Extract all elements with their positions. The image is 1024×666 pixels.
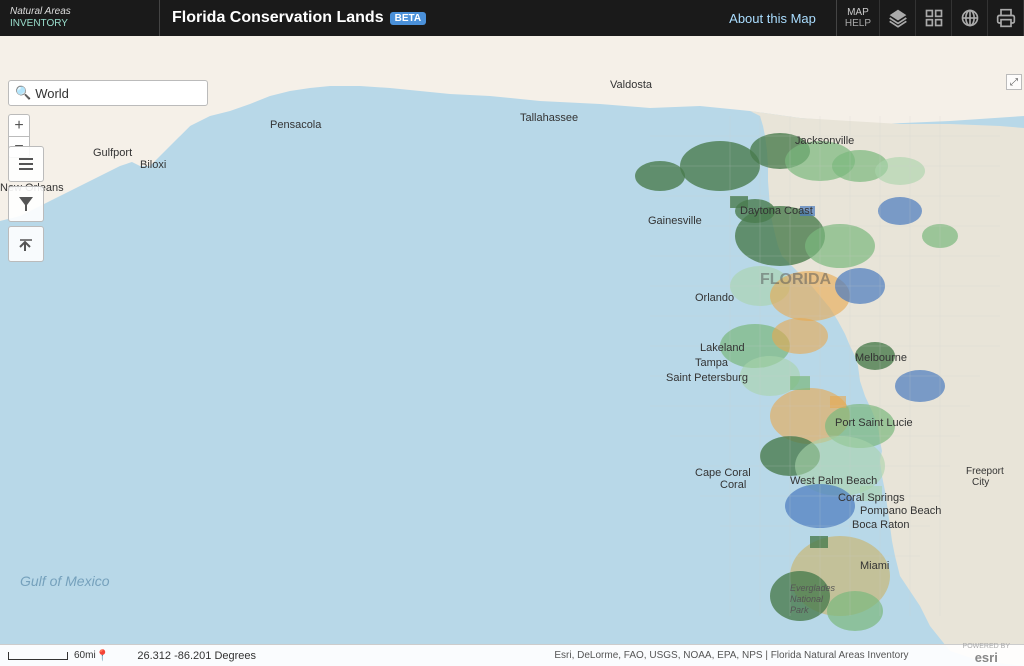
toggle-button[interactable] (8, 226, 44, 262)
city-freeport: Freeport (966, 466, 1004, 477)
search-bar: 🔍 (8, 80, 208, 106)
city-tampa: Tampa (695, 357, 729, 369)
everglades-label2: National (790, 594, 824, 604)
filter-button[interactable] (8, 186, 44, 222)
city-capecoral: Cape Coral (695, 467, 751, 479)
city-coralsprings: Coral Springs (838, 492, 905, 504)
scale-label: 60mi (74, 650, 96, 661)
logo-line1: Natural Areas (10, 6, 71, 18)
city-tallahassee: Tallahassee (520, 112, 578, 124)
scale-bar (8, 652, 68, 660)
city-biloxi: Biloxi (140, 159, 166, 171)
scale-bar-area: 60mi (8, 650, 96, 661)
everglades-label3: Park (790, 605, 809, 615)
city-coral: Coral (720, 479, 746, 491)
print-button[interactable] (988, 0, 1024, 36)
left-panel (8, 146, 44, 262)
esri-logo: POWERED BY esri (963, 643, 1010, 665)
toolbar-right: MAP HELP (836, 0, 1024, 36)
city-portsaint: Port Saint Lucie (835, 417, 913, 429)
city-westpalm: West Palm Beach (790, 475, 877, 487)
powered-by-text: POWERED BY (963, 643, 1010, 650)
city-valdosta: Valdosta (610, 79, 653, 91)
city-pompano: Pompano Beach (860, 505, 941, 517)
city-jacksonville: Jacksonville (795, 135, 854, 147)
city-miami: Miami (860, 560, 889, 572)
map-title-area: Florida Conservation Lands BETA (160, 9, 709, 27)
attribution-text: Esri, DeLorme, FAO, USGS, NOAA, EPA, NPS… (256, 650, 969, 661)
city-city: City (972, 477, 989, 488)
city-gainesville: Gainesville (648, 215, 702, 227)
search-icon: 🔍 (15, 85, 31, 101)
bottom-bar: 60mi 📍 26.312 -86.201 Degrees Esri, DeLo… (0, 644, 1024, 666)
logo-area: Natural Areas INVENTORY (0, 0, 160, 36)
city-daytona: Daytona Coast (740, 205, 813, 217)
app-header: Natural Areas INVENTORY Florida Conserva… (0, 0, 1024, 36)
esri-text: esri (975, 650, 998, 665)
layers-button[interactable] (880, 0, 916, 36)
city-orlando: Orlando (695, 292, 734, 304)
state-label-florida: FLORIDA (760, 271, 832, 288)
list-button[interactable] (8, 146, 44, 182)
gulf-label: Gulf of Mexico (20, 573, 110, 589)
map-help-button[interactable]: MAP HELP (837, 0, 880, 36)
city-pensacola: Pensacola (270, 119, 322, 131)
grid-button[interactable] (916, 0, 952, 36)
help-label: HELP (845, 18, 871, 29)
globe-button[interactable] (952, 0, 988, 36)
map-title: Florida Conservation Lands (172, 9, 384, 27)
about-link[interactable]: About this Map (709, 11, 836, 26)
search-input[interactable] (35, 86, 201, 101)
city-stpete: Saint Petersburg (666, 372, 748, 384)
logo-line2: INVENTORY (10, 18, 71, 30)
city-lakeland: Lakeland (700, 342, 745, 354)
city-bocaraton: Boca Raton (852, 519, 909, 531)
florida-svg: Valdosta Mobile Pensacola Tallahassee Ja… (0, 36, 1024, 666)
zoom-in-button[interactable]: + (8, 114, 30, 136)
city-gulfport: Gulfport (93, 147, 132, 159)
map-label: MAP (847, 7, 869, 18)
logo-text: Natural Areas INVENTORY (10, 6, 71, 30)
coordinates-display: 26.312 -86.201 Degrees (137, 650, 256, 662)
map-container[interactable]: Valdosta Mobile Pensacola Tallahassee Ja… (0, 36, 1024, 666)
everglades-label: Everglades (790, 583, 836, 593)
expand-button[interactable]: ⤢ (1006, 74, 1022, 90)
city-melbourne: Melbourne (855, 352, 907, 364)
beta-badge: BETA (390, 12, 426, 25)
